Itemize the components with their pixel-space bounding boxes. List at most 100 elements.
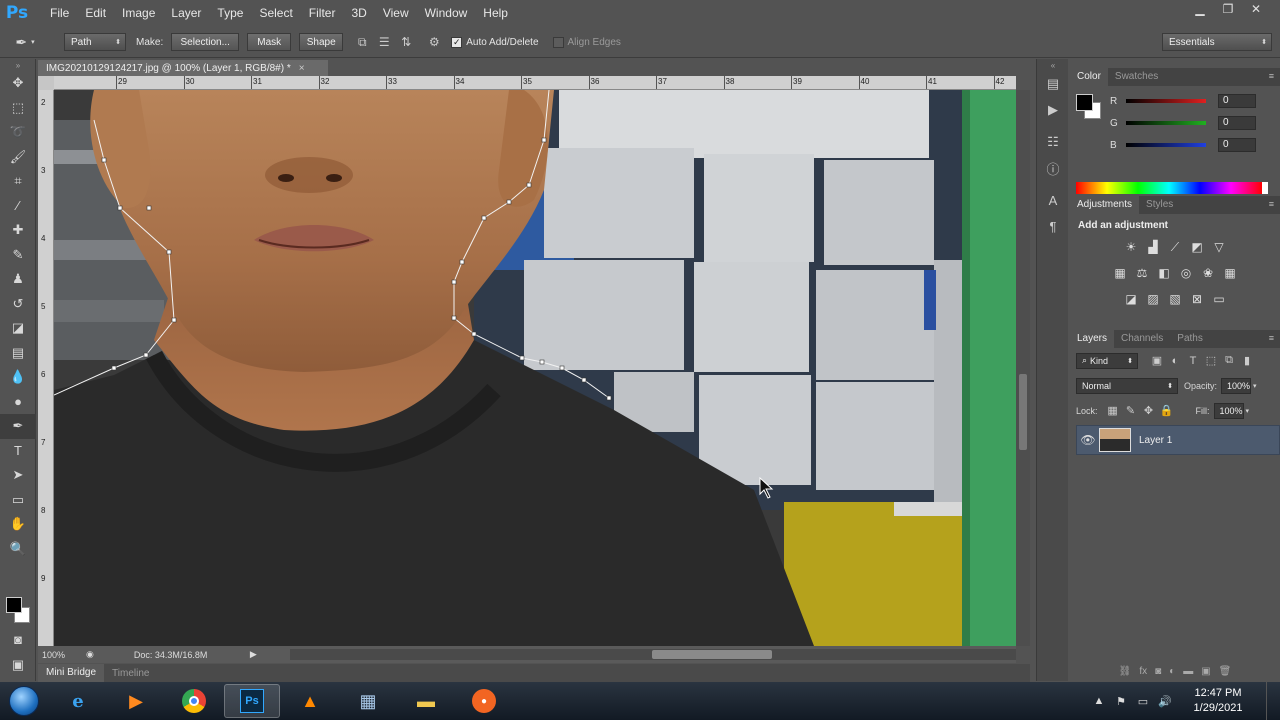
layer-style-icon[interactable]: fx xyxy=(1139,666,1147,681)
marquee-tool-icon[interactable]: ⬚ xyxy=(0,96,36,121)
levels-icon[interactable]: ▟ xyxy=(1142,237,1164,257)
vibrance-icon[interactable]: ▽ xyxy=(1208,237,1230,257)
lock-all-icon[interactable]: 🔒 xyxy=(1158,404,1176,417)
document-tab[interactable]: IMG20210129124217.jpg @ 100% (Layer 1, R… xyxy=(38,60,328,76)
chrome-icon[interactable] xyxy=(166,684,222,718)
vlc-icon[interactable]: ▲ xyxy=(282,684,338,718)
hand-tool-icon[interactable]: ✋ xyxy=(0,512,36,537)
panel-menu-icon[interactable]: ≡ xyxy=(1269,71,1274,81)
pen-tool-preset-icon[interactable]: ✒ ▾ xyxy=(0,30,50,54)
red-value[interactable]: 0 xyxy=(1218,94,1256,108)
eye-icon[interactable]: 👁 xyxy=(1077,433,1099,447)
lock-transparent-icon[interactable]: ▦ xyxy=(1104,404,1122,417)
add-mask-icon[interactable]: ◙ xyxy=(1155,666,1161,681)
path-selection-tool-icon[interactable]: ➤ xyxy=(0,463,36,488)
zoom-tool-icon[interactable]: 🔍 xyxy=(0,537,36,562)
menu-window[interactable]: Window xyxy=(417,0,476,26)
history-panel-icon[interactable]: ▤ xyxy=(1037,71,1069,97)
horizontal-ruler[interactable]: 29 30 31 32 33 34 35 36 37 38 39 40 41 42 xyxy=(54,76,1016,90)
tab-swatches[interactable]: Swatches xyxy=(1108,68,1165,86)
actions-panel-icon[interactable]: ▶ xyxy=(1037,97,1069,123)
menu-image[interactable]: Image xyxy=(114,0,163,26)
rectangle-tool-icon[interactable]: ▭ xyxy=(0,488,36,513)
red-slider[interactable]: R 0 xyxy=(1110,94,1280,108)
color-balance-icon[interactable]: ⚖ xyxy=(1131,263,1153,283)
tab-channels[interactable]: Channels xyxy=(1114,330,1170,348)
make-shape-button[interactable]: Shape xyxy=(299,33,344,51)
network-icon[interactable]: ▭ xyxy=(1132,695,1154,708)
restore-button[interactable]: ❐ xyxy=(1214,0,1242,18)
status-menu-arrow-icon[interactable]: ▶ xyxy=(250,649,257,660)
internet-explorer-icon[interactable]: e xyxy=(50,684,106,718)
posterize-icon[interactable]: ▨ xyxy=(1142,289,1164,309)
menu-type[interactable]: Type xyxy=(209,0,251,26)
clock[interactable]: 12:47 PM 1/29/2021 xyxy=(1176,686,1260,716)
menu-layer[interactable]: Layer xyxy=(163,0,209,26)
path-operations-icon[interactable]: ⧉ xyxy=(351,32,373,52)
layer-filter-dropdown[interactable]: ⌕ Kind ⬍ xyxy=(1076,352,1138,369)
horizontal-scroll-thumb[interactable] xyxy=(652,650,772,659)
gradient-tool-icon[interactable]: ▤ xyxy=(0,341,36,366)
make-mask-button[interactable]: Mask xyxy=(247,33,292,51)
tab-layers[interactable]: Layers xyxy=(1070,330,1115,348)
layer-name[interactable]: Layer 1 xyxy=(1139,435,1172,446)
zoom-level[interactable]: 100% xyxy=(38,650,78,660)
selective-color-icon[interactable]: ⊠ xyxy=(1186,289,1208,309)
show-hidden-icons-icon[interactable]: ▲ xyxy=(1088,695,1110,707)
tool-mode-dropdown[interactable]: Path ⬍ xyxy=(64,33,126,51)
hue-saturation-icon[interactable]: ▦ xyxy=(1109,263,1131,283)
blue-track[interactable] xyxy=(1126,143,1206,147)
blue-slider[interactable]: B 0 xyxy=(1110,138,1280,152)
opacity-arrow-icon[interactable]: ▾ xyxy=(1253,382,1257,390)
start-button[interactable] xyxy=(0,682,48,720)
vertical-scroll-thumb[interactable] xyxy=(1019,374,1027,450)
horizontal-scrollbar[interactable] xyxy=(290,649,1016,660)
tab-timeline[interactable]: Timeline xyxy=(104,668,157,679)
lasso-tool-icon[interactable]: ➰ xyxy=(0,120,36,145)
threshold-icon[interactable]: ▧ xyxy=(1164,289,1186,309)
clone-stamp-tool-icon[interactable]: ♟ xyxy=(0,267,36,292)
tab-color[interactable]: Color xyxy=(1070,68,1108,86)
filter-type-icon[interactable]: T xyxy=(1184,355,1202,367)
gear-icon[interactable]: ⚙ xyxy=(423,32,445,52)
green-value[interactable]: 0 xyxy=(1218,116,1256,130)
vertical-scrollbar[interactable] xyxy=(1016,90,1030,646)
filter-adjustment-icon[interactable]: ◐ xyxy=(1166,355,1184,367)
green-slider[interactable]: G 0 xyxy=(1110,116,1280,130)
gradient-map-icon[interactable]: ▭ xyxy=(1208,289,1230,309)
pen-tool-icon[interactable]: ✒ xyxy=(0,414,36,439)
menu-select[interactable]: Select xyxy=(251,0,300,26)
path-arrangement-icon[interactable]: ⇅ xyxy=(395,32,417,52)
delete-layer-icon[interactable]: 🗑 xyxy=(1219,666,1232,681)
info-panel-icon[interactable]: ⓘ xyxy=(1037,155,1069,181)
tab-mini-bridge[interactable]: Mini Bridge xyxy=(38,664,105,682)
tab-styles[interactable]: Styles xyxy=(1139,196,1180,214)
new-group-icon[interactable]: ▬ xyxy=(1183,666,1193,681)
collapse-toolbar-icon[interactable]: » xyxy=(0,59,36,71)
path-alignment-icon[interactable]: ☰ xyxy=(373,32,395,52)
channel-mixer-icon[interactable]: ❀ xyxy=(1197,263,1219,283)
type-tool-icon[interactable]: T xyxy=(0,439,36,464)
menu-help[interactable]: Help xyxy=(475,0,516,26)
foreground-color-swatch[interactable] xyxy=(6,597,22,613)
filter-pixel-icon[interactable]: ▣ xyxy=(1148,354,1166,367)
close-document-icon[interactable]: × xyxy=(299,63,305,74)
move-tool-icon[interactable]: ✥ xyxy=(0,71,36,96)
brightness-contrast-icon[interactable]: ☀ xyxy=(1120,237,1142,257)
color-spectrum[interactable] xyxy=(1076,182,1268,194)
layer-row[interactable]: 👁 Layer 1 xyxy=(1076,425,1280,455)
panel-menu-icon[interactable]: ≡ xyxy=(1269,199,1274,209)
vertical-ruler[interactable]: 2 3 4 5 6 7 8 9 xyxy=(38,90,54,646)
new-layer-icon[interactable]: ▣ xyxy=(1201,666,1210,681)
filter-shape-icon[interactable]: ⬚ xyxy=(1202,354,1220,367)
eyedropper-tool-icon[interactable]: ⁄ xyxy=(0,194,36,219)
history-brush-tool-icon[interactable]: ↺ xyxy=(0,292,36,317)
menu-filter[interactable]: Filter xyxy=(301,0,344,26)
new-adjustment-icon[interactable]: ◐ xyxy=(1169,666,1175,681)
black-white-icon[interactable]: ◧ xyxy=(1153,263,1175,283)
workspace-dropdown[interactable]: Essentials ⬍ xyxy=(1162,33,1272,51)
align-edges-checkbox[interactable] xyxy=(552,36,564,48)
blend-mode-dropdown[interactable]: Normal ⬍ xyxy=(1076,377,1178,394)
make-selection-button[interactable]: Selection... xyxy=(171,33,240,51)
menu-view[interactable]: View xyxy=(375,0,417,26)
